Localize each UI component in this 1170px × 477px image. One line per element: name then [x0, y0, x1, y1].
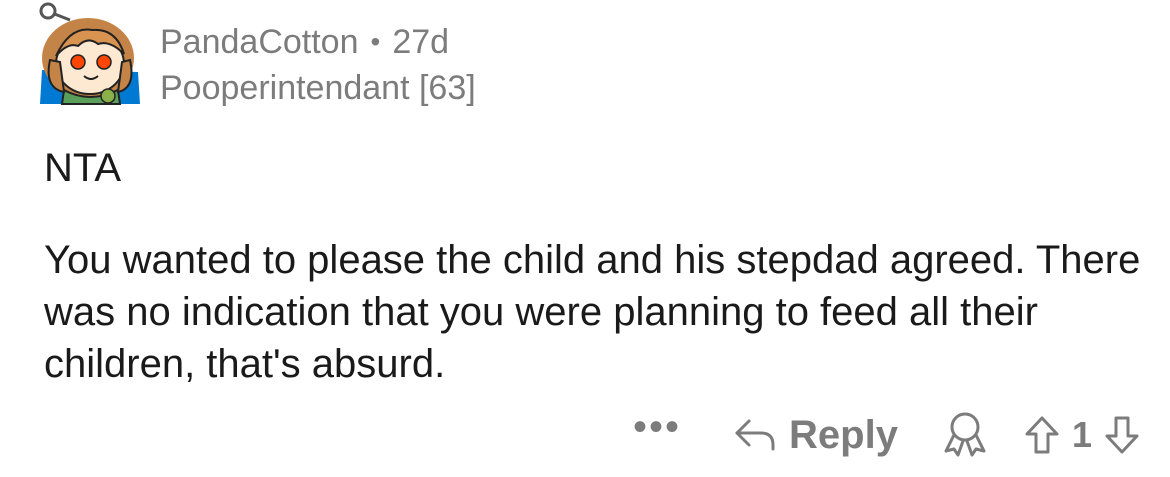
reply-label: Reply — [789, 412, 898, 457]
meta-line: PandaCotton • 27d — [160, 22, 476, 62]
comment-paragraph: NTA — [44, 146, 122, 190]
vote-score: 1 — [1071, 414, 1092, 455]
user-avatar[interactable] — [30, 0, 148, 112]
snoo-avatar-icon — [39, 2, 140, 105]
reply-button[interactable]: Reply — [733, 413, 898, 458]
comment-actions: ••• Reply 1 — [633, 405, 1140, 465]
award-button[interactable] — [942, 409, 988, 462]
comment-body: NTA You wanted to please the child and h… — [44, 142, 1144, 390]
more-options-button[interactable]: ••• — [633, 407, 681, 447]
separator-dot: • — [370, 26, 381, 57]
user-flair: Pooperintendant [63] — [160, 69, 476, 107]
vote-controls: 1 — [1024, 414, 1140, 456]
downvote-arrow-icon[interactable] — [1104, 415, 1140, 455]
comment-age: 27d — [392, 23, 450, 61]
award-icon — [944, 412, 986, 456]
comment-header: PandaCotton • 27d Pooperintendant [63] — [160, 22, 476, 108]
username-link[interactable]: PandaCotton — [160, 22, 359, 62]
comment-paragraph: You wanted to please the child and his s… — [44, 238, 1141, 386]
upvote-arrow-icon[interactable] — [1024, 415, 1060, 455]
reply-arrow-icon — [735, 419, 775, 451]
